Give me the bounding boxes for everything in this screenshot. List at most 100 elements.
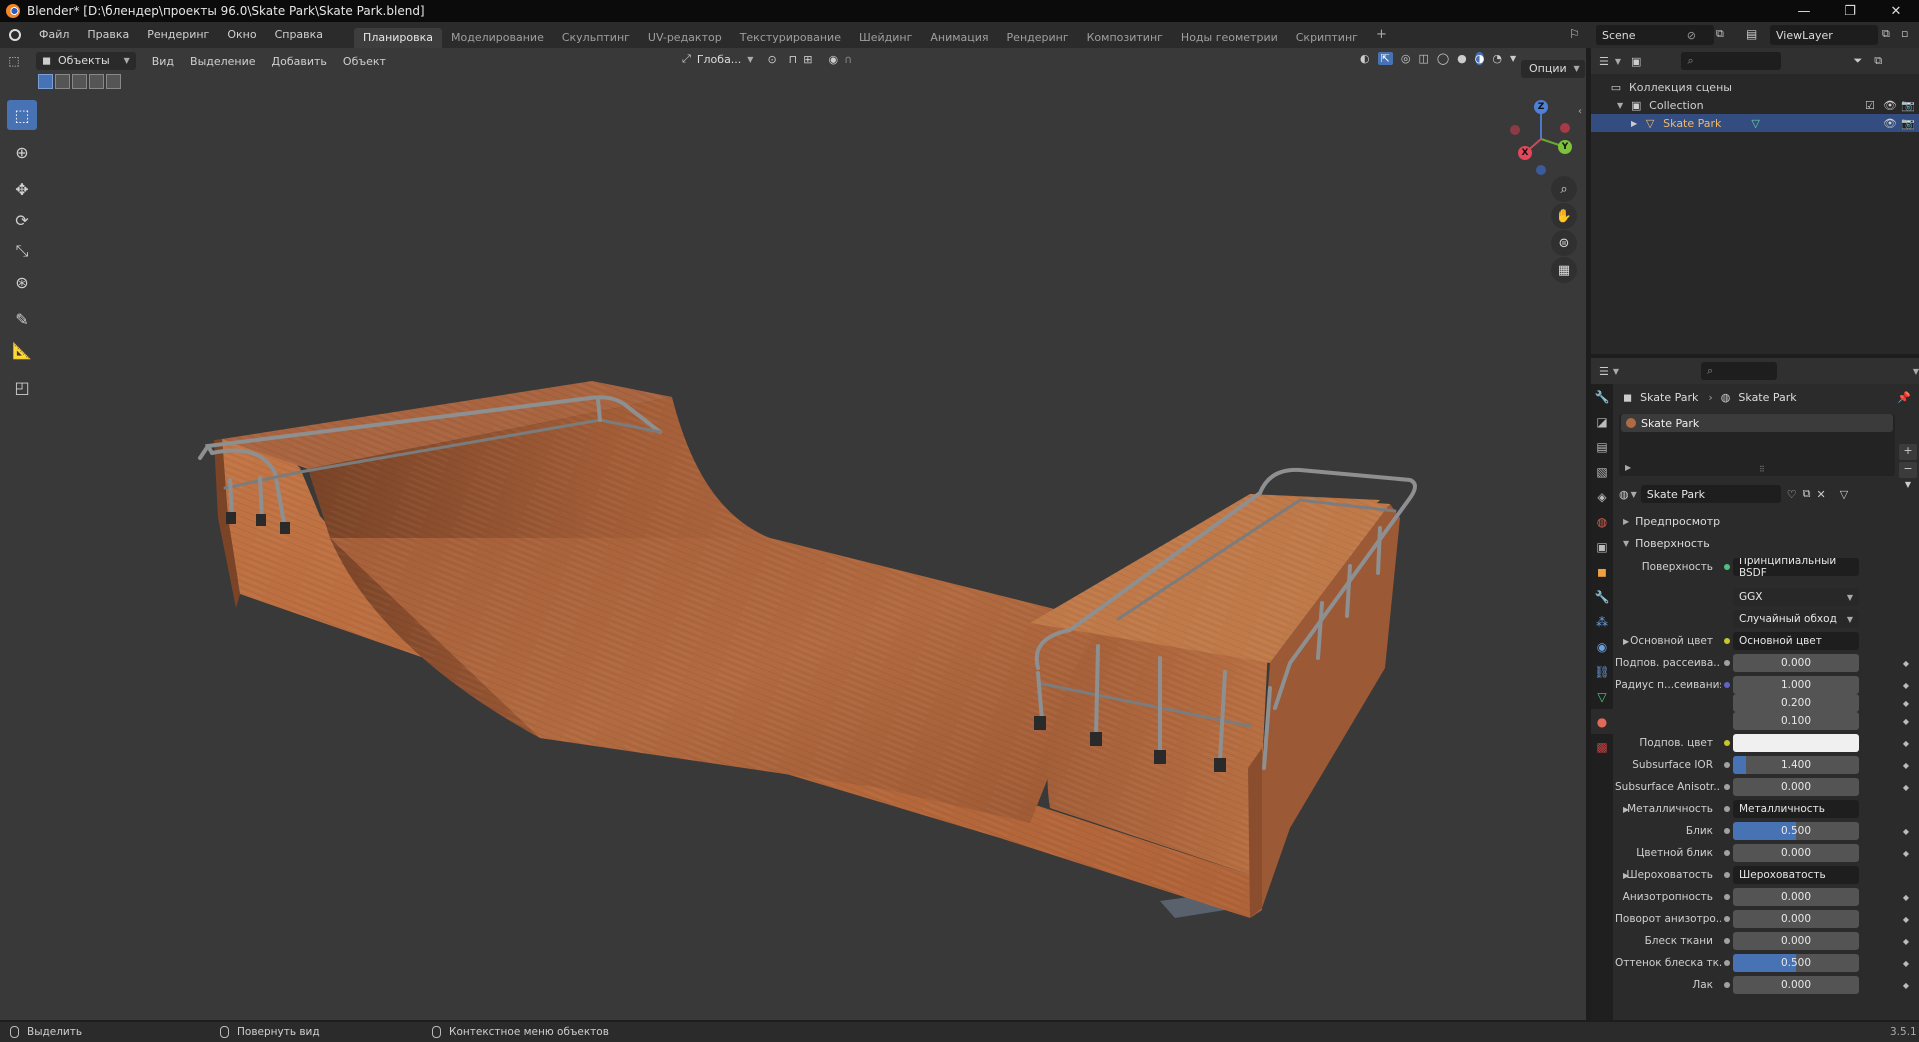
render-camera-icon[interactable]: 📷 bbox=[1901, 117, 1915, 130]
number-field[interactable]: 1.000 bbox=[1733, 676, 1859, 694]
tab-uv-editing[interactable]: UV-редактор bbox=[639, 28, 731, 48]
number-field[interactable]: 0.200 bbox=[1733, 694, 1859, 712]
display-mode-icon[interactable]: ▣ bbox=[1631, 55, 1641, 68]
number-field[interactable]: 0.000 bbox=[1733, 932, 1859, 950]
blender-menu-icon[interactable] bbox=[0, 29, 30, 41]
collection-row[interactable]: ▼ ▣ Collection ☑ 👁 📷 bbox=[1591, 96, 1919, 114]
subsurface-method-dropdown[interactable]: Случайный обход ▼ bbox=[1733, 610, 1859, 628]
menu-window[interactable]: Окно bbox=[218, 22, 265, 48]
outliner-search-input[interactable]: ⌕ bbox=[1681, 52, 1782, 70]
chevron-down-icon[interactable]: ▼ bbox=[1613, 367, 1619, 376]
menu-help[interactable]: Справка bbox=[266, 22, 332, 48]
menu-edit[interactable]: Правка bbox=[78, 22, 138, 48]
keyframe-icon[interactable]: ◆ bbox=[1903, 849, 1909, 858]
shader-socket-icon[interactable] bbox=[1724, 564, 1730, 570]
tab-animation[interactable]: Анимация bbox=[921, 28, 997, 48]
skate-park-model[interactable] bbox=[0, 48, 1586, 1020]
tab-layout[interactable]: Планировка bbox=[354, 28, 443, 48]
number-field[interactable]: 0.000 bbox=[1733, 976, 1859, 994]
number-field[interactable]: 0.000 bbox=[1733, 910, 1859, 928]
exclude-checkbox-icon[interactable]: ☑ bbox=[1865, 99, 1875, 112]
chevron-down-icon[interactable]: ▼ bbox=[1615, 57, 1621, 66]
number-field[interactable]: 1.400 bbox=[1733, 756, 1859, 774]
editor-type-icon[interactable]: ☰ bbox=[1599, 55, 1609, 68]
object-tab-icon[interactable]: ◼ bbox=[1591, 559, 1613, 584]
render-tab-icon[interactable]: ◪ bbox=[1591, 409, 1613, 434]
input-socket-icon[interactable] bbox=[1724, 740, 1730, 746]
expand-arrow-icon[interactable]: ▶ bbox=[1625, 463, 1631, 472]
input-socket-icon[interactable] bbox=[1724, 784, 1730, 790]
number-field[interactable]: 0.500 bbox=[1733, 954, 1859, 972]
view-layer-icon[interactable]: ▤ bbox=[1746, 27, 1757, 41]
3d-viewport[interactable]: ⬚ ◼ Объекты ▼ Вид Выделение Добавить Объ… bbox=[0, 48, 1586, 1020]
tab-compositing[interactable]: Композитинг bbox=[1078, 28, 1172, 48]
tab-texture-paint[interactable]: Текстурирование bbox=[731, 28, 850, 48]
tab-scripting[interactable]: Скриптинг bbox=[1287, 28, 1367, 48]
chevron-down-icon[interactable]: ▼ bbox=[1913, 367, 1919, 376]
material-name-field[interactable]: Skate Park bbox=[1640, 485, 1781, 503]
physics-tab-icon[interactable]: ◉ bbox=[1591, 634, 1613, 659]
unlink-material-icon[interactable]: ✕ bbox=[1817, 488, 1826, 501]
input-socket-icon[interactable] bbox=[1724, 660, 1730, 666]
input-socket-icon[interactable] bbox=[1724, 828, 1730, 834]
gizmo-z-axis[interactable]: Z bbox=[1534, 100, 1548, 114]
distribution-dropdown[interactable]: GGX ▼ bbox=[1733, 588, 1859, 606]
input-socket-icon[interactable] bbox=[1724, 916, 1730, 922]
pin-icon[interactable]: ⊘ bbox=[1687, 29, 1696, 42]
remove-slot-button[interactable]: − bbox=[1899, 462, 1917, 478]
input-socket-icon[interactable] bbox=[1724, 960, 1730, 966]
tab-geometry-nodes[interactable]: Ноды геометрии bbox=[1172, 28, 1287, 48]
material-slot-item[interactable]: Skate Park bbox=[1621, 414, 1893, 432]
number-field[interactable]: 0.100 bbox=[1733, 712, 1859, 730]
expand-arrow-icon[interactable]: ▼ bbox=[1617, 101, 1623, 110]
scene-selector[interactable]: Scene ⊘ bbox=[1596, 25, 1714, 45]
editor-type-icon[interactable]: ☰ bbox=[1599, 365, 1609, 378]
input-socket-icon[interactable] bbox=[1724, 850, 1730, 856]
input-socket-icon[interactable] bbox=[1724, 682, 1730, 688]
gizmo-neg-z-axis[interactable] bbox=[1536, 165, 1546, 175]
navigation-gizmo[interactable]: Z Y X bbox=[1505, 93, 1575, 175]
number-field[interactable]: 0.000 bbox=[1733, 778, 1859, 796]
menu-file[interactable]: Файл bbox=[30, 22, 78, 48]
new-view-layer-icon[interactable]: ⧉ bbox=[1882, 27, 1898, 43]
gizmo-neg-x-axis[interactable] bbox=[1510, 125, 1520, 135]
expand-arrow-icon[interactable]: ▶ bbox=[1623, 805, 1629, 814]
tab-shading[interactable]: Шейдинг bbox=[850, 28, 921, 48]
number-field[interactable]: 0.000 bbox=[1733, 844, 1859, 862]
tool-tab-icon[interactable]: 🔧 bbox=[1591, 384, 1613, 409]
render-camera-icon[interactable]: 📷 bbox=[1901, 99, 1915, 112]
view-layer-tab-icon[interactable]: ▧ bbox=[1591, 459, 1613, 484]
camera-view-icon[interactable]: ⊜ bbox=[1551, 230, 1577, 256]
chevron-down-icon[interactable]: ▼ bbox=[1631, 490, 1637, 499]
link-data-icon[interactable]: ▽ bbox=[1840, 488, 1848, 501]
expand-arrow-icon[interactable]: ▶ bbox=[1631, 119, 1637, 128]
keyframe-icon[interactable]: ◆ bbox=[1903, 937, 1909, 946]
view-layer-selector[interactable]: ViewLayer bbox=[1770, 25, 1878, 45]
gizmo-x-axis[interactable]: X bbox=[1518, 146, 1532, 160]
keyframe-icon[interactable]: ◆ bbox=[1903, 893, 1909, 902]
menu-render[interactable]: Рендеринг bbox=[138, 22, 218, 48]
input-socket-icon[interactable] bbox=[1724, 806, 1730, 812]
color-swatch[interactable] bbox=[1733, 734, 1859, 752]
keyframe-icon[interactable]: ◆ bbox=[1903, 783, 1909, 792]
fake-user-icon[interactable]: ♡ bbox=[1787, 488, 1797, 501]
number-field[interactable]: 0.500 bbox=[1733, 822, 1859, 840]
expand-arrow-icon[interactable]: ▶ bbox=[1623, 637, 1629, 646]
keyframe-icon[interactable]: ◆ bbox=[1903, 981, 1909, 990]
scene-tab-icon[interactable]: ◈ bbox=[1591, 484, 1613, 509]
duplicate-material-icon[interactable]: ⧉ bbox=[1803, 487, 1811, 501]
remove-view-layer-icon[interactable]: ▫ bbox=[1901, 27, 1908, 40]
linked-input-field[interactable]: Шероховатость bbox=[1733, 866, 1859, 884]
scene-collection-row[interactable]: ▭ Коллекция сцены bbox=[1591, 78, 1919, 96]
tab-sculpting[interactable]: Скульптинг bbox=[553, 28, 639, 48]
scene-icon[interactable]: ⚐ bbox=[1569, 27, 1580, 41]
mesh-data-icon[interactable]: ▽ bbox=[1751, 117, 1759, 130]
data-tab-icon[interactable]: ▽ bbox=[1591, 684, 1613, 709]
new-scene-icon[interactable]: ⧉ bbox=[1716, 27, 1732, 43]
input-socket-icon[interactable] bbox=[1724, 638, 1730, 644]
keyframe-icon[interactable]: ◆ bbox=[1903, 681, 1909, 690]
surface-section[interactable]: ▼ Поверхность bbox=[1615, 532, 1919, 554]
collection-tab-icon[interactable]: ▣ bbox=[1591, 534, 1613, 559]
keyframe-icon[interactable]: ◆ bbox=[1903, 659, 1909, 668]
sidebar-toggle-icon[interactable]: ‹ bbox=[1578, 106, 1582, 117]
